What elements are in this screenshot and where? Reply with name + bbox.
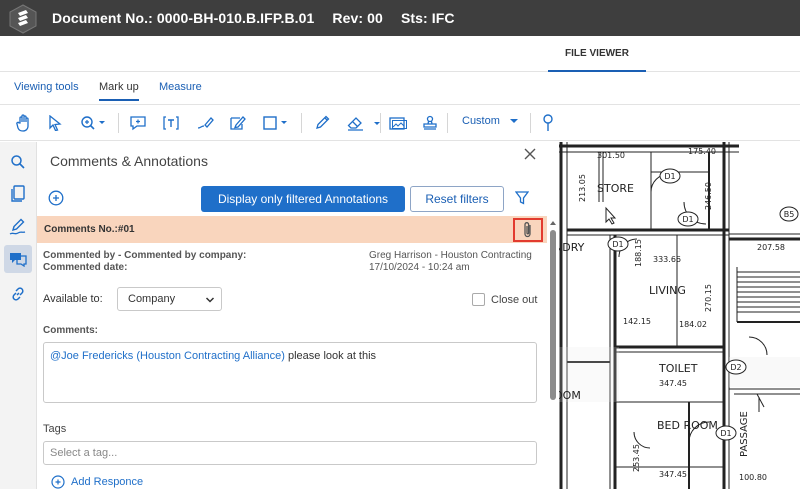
commented-by-value: Greg Harrison - Houston Contracting xyxy=(369,250,532,261)
available-to-value: Company xyxy=(128,293,176,305)
zoom-dropdown-icon[interactable] xyxy=(80,113,106,133)
panel-title: Comments & Annotations xyxy=(50,153,208,169)
room-label-living: LIVING xyxy=(649,284,686,297)
door-tag: D1 xyxy=(720,429,731,438)
comment-text: please look at this xyxy=(284,350,377,362)
comments-textarea[interactable]: @Joe Fredericks (Houston Contracting All… xyxy=(43,342,537,403)
plus-circle-icon xyxy=(51,475,65,489)
main-tabbar: FILE VIEWER xyxy=(0,36,800,72)
user-mention[interactable]: @Joe Fredericks (Houston Contracting All… xyxy=(50,350,285,362)
close-out-label: Close out xyxy=(491,294,538,306)
door-tag: D1 xyxy=(612,240,623,249)
available-to-select[interactable]: Company xyxy=(117,287,222,311)
floor-plan-drawing: STORE LIVING TOILET BED ROOM NDRY OOM PA… xyxy=(559,142,800,489)
commented-date-value: 17/10/2024 - 10:24 am xyxy=(369,262,470,273)
dimension-label: 301.50 xyxy=(597,151,625,160)
scroll-up-icon[interactable] xyxy=(547,218,559,228)
door-tag: D1 xyxy=(664,172,675,181)
chevron-down-icon xyxy=(205,297,215,303)
reset-filters-button[interactable]: Reset filters xyxy=(410,186,504,212)
attachment-button[interactable] xyxy=(513,218,543,242)
app-logo-icon[interactable] xyxy=(6,2,40,36)
tab-file-viewer[interactable]: FILE VIEWER xyxy=(548,36,646,72)
app-header: Document No.: 0000-BH-010.B.IFP.B.01 Rev… xyxy=(0,0,800,36)
subtab-measure[interactable]: Measure xyxy=(159,81,202,93)
close-out-checkbox[interactable] xyxy=(472,293,485,306)
pan-hand-icon[interactable] xyxy=(16,113,32,133)
add-comment-icon[interactable] xyxy=(48,190,64,209)
tags-label: Tags xyxy=(43,423,67,435)
dimension-label: 184.02 xyxy=(679,320,707,329)
add-response-label: Add Responce xyxy=(71,476,144,488)
search-icon[interactable] xyxy=(4,148,32,176)
filter-icon[interactable] xyxy=(514,191,530,208)
dimension-label: 270.15 xyxy=(704,284,713,312)
meta-labels: Commented by - Commented by company: Com… xyxy=(43,250,246,274)
pages-icon[interactable] xyxy=(4,180,32,208)
panel-scrollbar[interactable] xyxy=(547,216,559,489)
tags-placeholder: Select a tag... xyxy=(50,447,118,459)
comments-icon[interactable] xyxy=(4,245,32,273)
dimension-label: 347.45 xyxy=(659,379,687,388)
pin-marker-icon[interactable] xyxy=(542,113,554,133)
dimension-label: 188.15 xyxy=(634,239,643,267)
dimension-label: 246.50 xyxy=(704,182,713,210)
close-icon[interactable] xyxy=(523,147,537,161)
revision-label: Rev: 00 xyxy=(332,10,383,26)
dimension-label: 100.80 xyxy=(739,473,767,482)
custom-dropdown-label: Custom xyxy=(462,115,500,127)
dimension-label: 347.45 xyxy=(659,470,687,479)
available-to-label: Available to: xyxy=(43,293,103,305)
comment-box-icon[interactable] xyxy=(129,113,147,133)
dimension-label: 207.58 xyxy=(757,243,785,252)
commented-date-label: Commented date: xyxy=(43,262,128,273)
tags-input[interactable]: Select a tag... xyxy=(43,441,537,465)
comment-number: Comments No.:#01 xyxy=(44,224,135,235)
freehand-pen-icon[interactable] xyxy=(196,113,214,133)
document-number: Document No.: 0000-BH-010.B.IFP.B.01 xyxy=(52,10,315,26)
paperclip-icon xyxy=(524,222,531,238)
dimension-label: 213.05 xyxy=(578,174,587,202)
room-label-room: OOM xyxy=(559,389,581,402)
dimension-label: 333.66 xyxy=(653,255,681,264)
subtab-mark-up[interactable]: Mark up xyxy=(99,81,139,101)
eraser-icon[interactable] xyxy=(347,113,365,133)
rectangle-dropdown-icon[interactable] xyxy=(262,113,290,133)
room-label-bedroom: BED ROOM xyxy=(657,419,718,432)
status-label: Sts: IFC xyxy=(400,10,455,26)
add-response-button[interactable]: Add Responce xyxy=(51,475,143,489)
dimension-label: 253.45 xyxy=(632,444,641,472)
door-tag: D2 xyxy=(730,363,741,372)
signature-pen-icon[interactable] xyxy=(4,213,32,241)
comments-label: Comments: xyxy=(43,325,99,336)
meta-values: Greg Harrison - Houston Contracting 17/1… xyxy=(369,250,532,274)
image-insert-icon[interactable] xyxy=(389,113,407,133)
comments-panel: Comments & Annotations Display only filt… xyxy=(37,142,547,489)
drawing-viewer[interactable]: STORE LIVING TOILET BED ROOM NDRY OOM PA… xyxy=(559,142,800,489)
door-tag: B5 xyxy=(784,210,795,219)
comment-header-bar[interactable]: Comments No.:#01 xyxy=(37,216,547,243)
room-label-store: STORE xyxy=(597,182,634,195)
viewer-subtabs: Viewing tools Mark up Measure xyxy=(0,72,800,105)
text-tool-icon[interactable] xyxy=(163,113,179,133)
dimension-label: 175.40 xyxy=(688,147,716,156)
note-edit-icon[interactable] xyxy=(229,113,247,133)
scroll-thumb[interactable] xyxy=(550,230,556,400)
select-pointer-icon[interactable] xyxy=(48,113,62,133)
room-label-passage: PASSAGE xyxy=(739,411,750,457)
display-filtered-button[interactable]: Display only filtered Annotations xyxy=(201,186,405,212)
dimension-label: 142.15 xyxy=(623,317,651,326)
stamp-icon[interactable] xyxy=(422,113,438,133)
pencil-icon[interactable] xyxy=(314,113,330,133)
room-label-toilet: TOILET xyxy=(658,362,698,375)
door-tag: D1 xyxy=(682,215,693,224)
commented-by-label: Commented by - Commented by company: xyxy=(43,250,247,261)
subtab-viewing-tools[interactable]: Viewing tools xyxy=(14,81,79,93)
left-sidebar xyxy=(0,142,37,489)
room-label-laundry: NDRY xyxy=(559,241,585,254)
chevron-down-icon xyxy=(509,119,518,124)
markup-toolbar: Custom xyxy=(0,105,800,141)
custom-dropdown[interactable]: Custom xyxy=(462,115,519,127)
link-icon[interactable] xyxy=(4,280,32,308)
